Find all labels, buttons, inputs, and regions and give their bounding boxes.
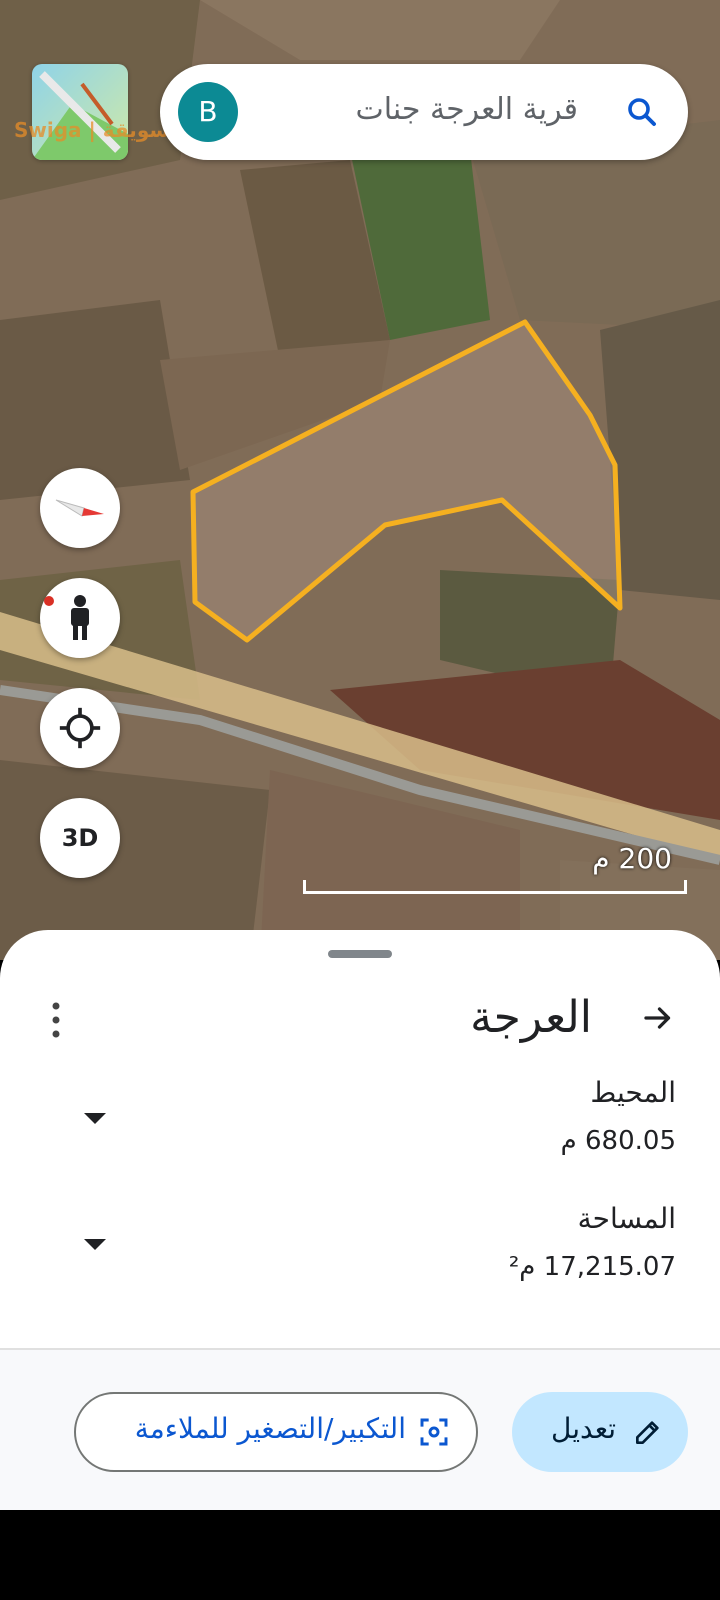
place-title: العرجة (470, 992, 592, 1043)
satellite-map[interactable]: Swiga | سويقة قرية العرجة جنات B 3D 200 … (0, 0, 720, 960)
street-view-indicator-dot (44, 596, 54, 606)
account-avatar[interactable]: B (178, 82, 238, 142)
crosshair-icon (59, 707, 101, 749)
toggle-3d-button[interactable]: 3D (40, 798, 120, 878)
street-view-button[interactable] (40, 578, 120, 658)
area-dropdown-icon[interactable] (84, 1239, 106, 1250)
pegman-icon (71, 595, 89, 640)
perimeter-value: 680.05 م (560, 1126, 676, 1156)
more-vert-icon[interactable] (48, 1000, 64, 1040)
pencil-icon (636, 1421, 659, 1444)
compass-icon (55, 499, 104, 517)
fit-screen-icon (420, 1418, 448, 1446)
edit-button-label: تعديل (551, 1412, 616, 1445)
perimeter-dropdown-icon[interactable] (84, 1113, 106, 1124)
arrow-right-icon[interactable] (640, 1000, 676, 1036)
drag-handle[interactable] (328, 950, 392, 958)
perimeter-label: المحيط (590, 1076, 676, 1109)
search-icon[interactable] (624, 94, 660, 130)
scale-label: 200 م (592, 842, 672, 875)
app-logo (32, 64, 128, 160)
system-nav-bar (0, 1510, 720, 1600)
edit-button[interactable]: تعديل (512, 1392, 688, 1472)
search-query[interactable]: قرية العرجة جنات (355, 92, 578, 127)
zoom-to-fit-button[interactable]: التكبير/التصغير للملاءمة (74, 1392, 478, 1472)
watermark: Swiga | سويقة (14, 118, 170, 142)
my-location-button[interactable] (40, 688, 120, 768)
area-label: المساحة (577, 1202, 676, 1235)
compass-button[interactable] (40, 468, 120, 548)
zoom-to-fit-label: التكبير/التصغير للملاءمة (134, 1412, 406, 1445)
search-bar[interactable]: قرية العرجة جنات (160, 64, 688, 160)
scale-bar (303, 880, 687, 894)
area-value: 17,215.07 م² (508, 1252, 676, 1282)
